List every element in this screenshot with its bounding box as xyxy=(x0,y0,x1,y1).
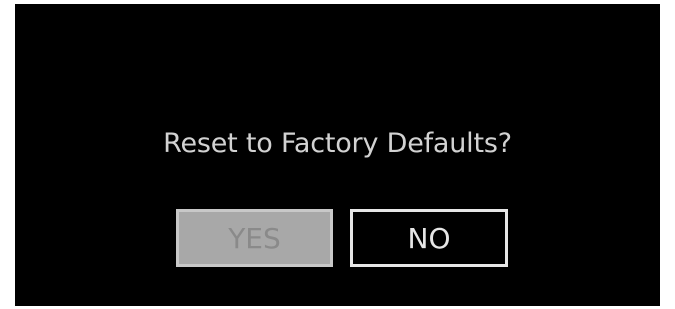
no-button[interactable]: NO xyxy=(350,209,508,267)
dialog-screen: Reset to Factory Defaults? YES NO xyxy=(15,4,660,306)
yes-button[interactable]: YES xyxy=(176,209,333,267)
reset-prompt: Reset to Factory Defaults? xyxy=(163,128,512,159)
